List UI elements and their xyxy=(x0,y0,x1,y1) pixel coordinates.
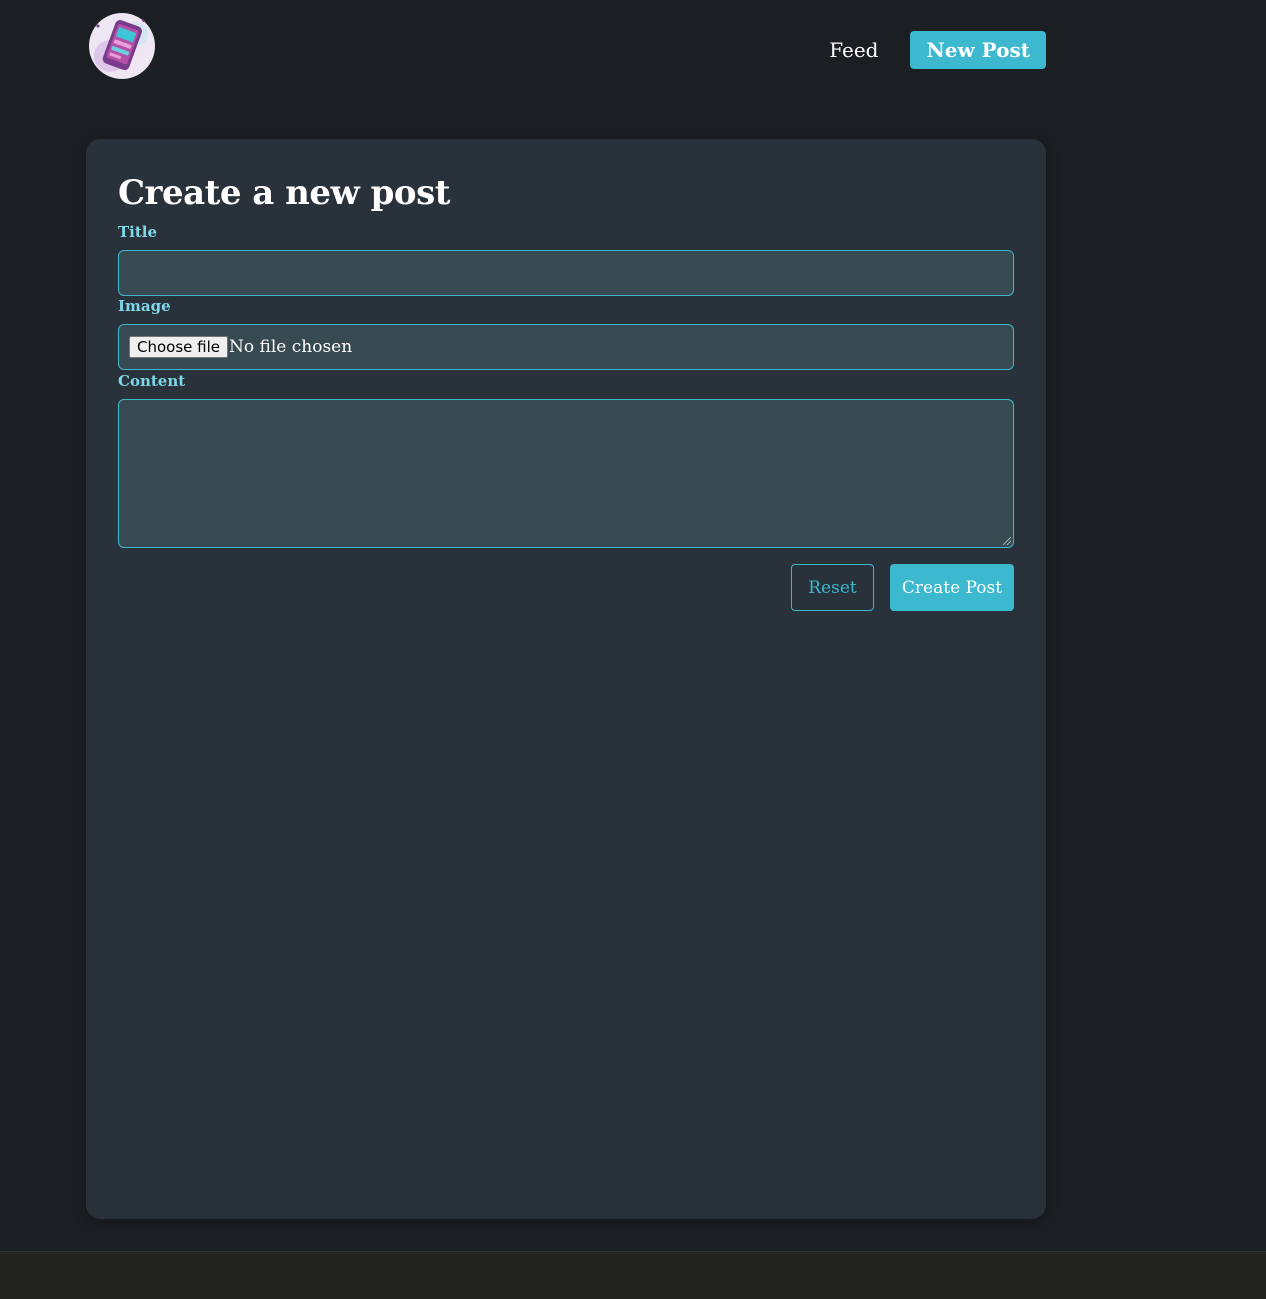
content-label: Content xyxy=(118,372,186,390)
nav-new-post-button[interactable]: New Post xyxy=(910,31,1046,69)
title-label: Title xyxy=(118,223,158,241)
content-textarea[interactable] xyxy=(118,399,1014,548)
resize-grip-icon[interactable] xyxy=(1003,537,1011,545)
nav-links: Feed New Post xyxy=(813,30,1046,70)
new-post-card: Create a new post Title Image Choose fil… xyxy=(86,139,1046,1219)
page-title: Create a new post xyxy=(118,173,450,213)
choose-file-button[interactable]: Choose file xyxy=(129,336,228,358)
nav-feed-link[interactable]: Feed xyxy=(813,30,894,70)
reset-button[interactable]: Reset xyxy=(791,564,874,611)
navbar: Feed New Post xyxy=(86,10,1046,90)
image-file-input[interactable]: Choose file No file chosen xyxy=(118,324,1014,370)
file-status-text: No file chosen xyxy=(229,337,353,357)
image-label: Image xyxy=(118,297,171,315)
create-post-button[interactable]: Create Post xyxy=(890,564,1014,611)
phone-app-logo-icon[interactable] xyxy=(88,12,156,80)
bottom-bar xyxy=(0,1251,1266,1299)
title-input[interactable] xyxy=(118,250,1014,296)
